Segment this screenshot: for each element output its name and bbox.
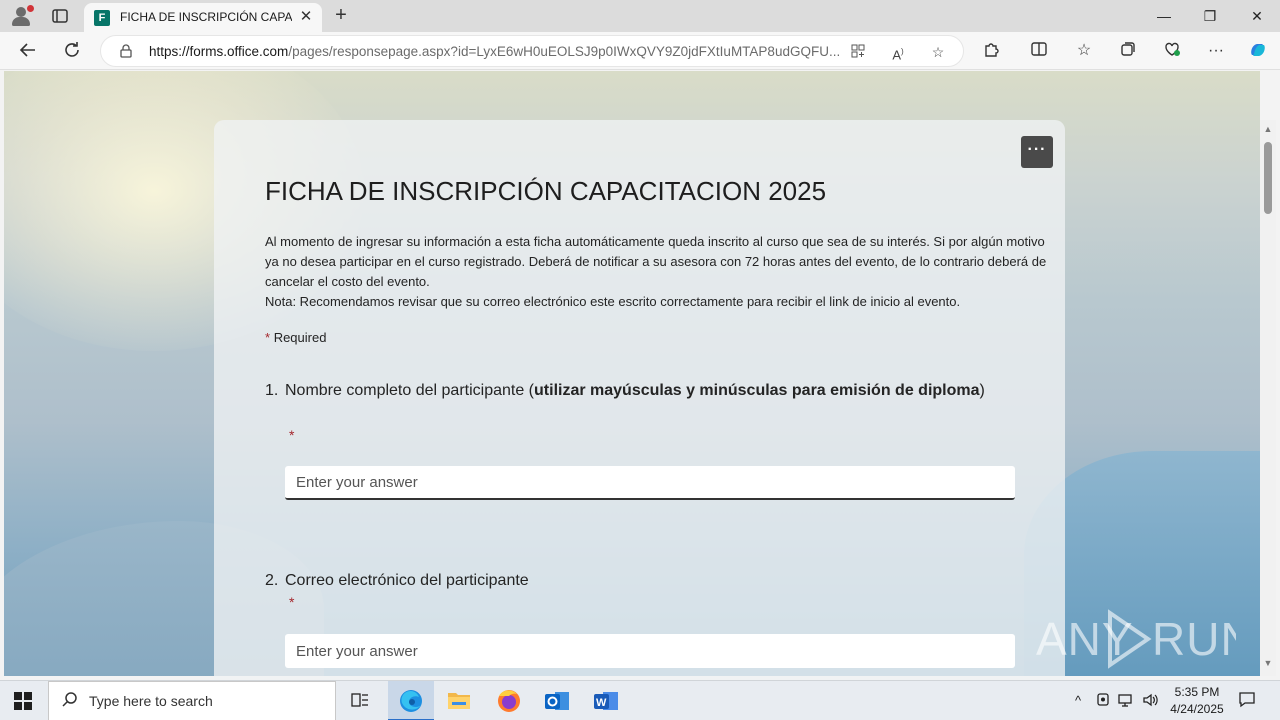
lock-icon[interactable] [119, 44, 133, 58]
question-2-text: Correo electrónico del participante [285, 572, 529, 589]
settings-more-icon[interactable]: ··· [1205, 40, 1227, 62]
file-explorer-icon[interactable] [436, 681, 482, 720]
form-title: FICHA DE INSCRIPCIÓN CAPACITACION 2025 [265, 176, 827, 206]
back-arrow-icon[interactable] [17, 40, 39, 62]
minimize-button[interactable]: — [1150, 4, 1178, 28]
split-screen-icon[interactable] [1028, 40, 1050, 62]
show-hidden-icons-icon[interactable]: ^ [1069, 691, 1087, 711]
svg-text:W: W [596, 697, 607, 709]
scroll-down-arrow-icon[interactable]: ▼ [1262, 658, 1274, 668]
question-1-text: Nombre completo del participante (utiliz… [285, 382, 985, 399]
outlook-icon[interactable] [534, 681, 580, 720]
windows-start-icon[interactable] [14, 692, 32, 710]
task-view-icon[interactable] [337, 681, 383, 720]
form-card [214, 120, 1065, 720]
close-window-button[interactable]: ✕ [1243, 4, 1271, 28]
taskbar-search-box[interactable]: Type here to search [48, 681, 336, 720]
system-clock[interactable]: 5:35 PM 4/24/2025 [1164, 684, 1230, 718]
volume-icon[interactable] [1141, 691, 1159, 711]
form-description: Al momento de ingresar su información a … [265, 232, 1055, 312]
tab-actions-icon[interactable] [50, 6, 70, 26]
address-bar[interactable]: https://forms.office.com/pages/responsep… [100, 35, 964, 67]
description-paragraph: Al momento de ingresar su información a … [265, 234, 1047, 289]
refresh-icon[interactable] [61, 40, 83, 62]
required-label: Required [273, 330, 327, 345]
clock-time: 5:35 PM [1174, 685, 1220, 699]
extensions-icon[interactable] [980, 40, 1002, 62]
anyrun-watermark-logo: ANY RUN [1036, 607, 1254, 671]
url-text[interactable]: https://forms.office.com/pages/responsep… [149, 44, 839, 59]
forms-favicon-icon: F [94, 10, 110, 26]
svg-text:RUN: RUN [1152, 613, 1236, 665]
profile-avatar-icon[interactable] [10, 5, 34, 27]
security-tray-icon[interactable] [1094, 691, 1112, 711]
description-note: Nota: Recomendamos revisar que su correo… [265, 294, 961, 309]
active-tab[interactable]: F FICHA DE INSCRIPCIÓN CAPACITACION 2025… [84, 3, 322, 32]
windows-taskbar: Type here to search W ^ 5:35 PM 4/24/202… [0, 680, 1280, 720]
question-1-number: 1. [265, 382, 279, 399]
question-2-required-star: * [289, 594, 295, 610]
tab-strip: F FICHA DE INSCRIPCIÓN CAPACITACION 2025… [0, 0, 1280, 32]
read-aloud-icon[interactable]: A) [889, 43, 907, 62]
new-tab-icon[interactable]: + [331, 5, 351, 25]
browser-toolbar: https://forms.office.com/pages/responsep… [0, 32, 1280, 70]
search-placeholder: Type here to search [89, 693, 213, 709]
favorite-star-icon[interactable]: ☆ [929, 43, 947, 61]
app-available-icon[interactable] [849, 43, 867, 61]
required-star: * [265, 330, 271, 345]
network-icon[interactable] [1117, 691, 1135, 711]
question-1-required-star: * [289, 427, 295, 443]
question-2-number: 2. [265, 572, 279, 589]
copilot-icon[interactable] [1247, 40, 1269, 62]
scrollbar-thumb[interactable] [1264, 142, 1272, 214]
favorites-icon[interactable]: ☆ [1073, 40, 1095, 62]
word-icon[interactable]: W [583, 681, 629, 720]
notifications-icon[interactable] [1238, 690, 1256, 710]
scroll-up-arrow-icon[interactable]: ▲ [1262, 124, 1274, 134]
search-icon [61, 691, 81, 711]
more-options-button[interactable]: ··· [1021, 136, 1053, 168]
question-1-answer-input[interactable] [285, 466, 1015, 500]
page-scrollbar[interactable]: ▲ ▼ [1260, 120, 1276, 676]
tab-title: FICHA DE INSCRIPCIÓN CAPACITACION 2025 [120, 10, 292, 24]
question-2-answer-input[interactable] [285, 634, 1015, 668]
clock-date: 4/24/2025 [1170, 702, 1224, 716]
tab-close-icon[interactable]: ✕ [298, 9, 314, 25]
browser-essentials-icon[interactable] [1161, 40, 1183, 62]
edge-taskbar-icon[interactable] [388, 681, 434, 720]
firefox-icon[interactable] [486, 681, 532, 720]
collections-icon[interactable] [1117, 40, 1139, 62]
required-indicator: * Required [265, 330, 326, 345]
restore-button[interactable]: ❐ [1196, 4, 1224, 28]
